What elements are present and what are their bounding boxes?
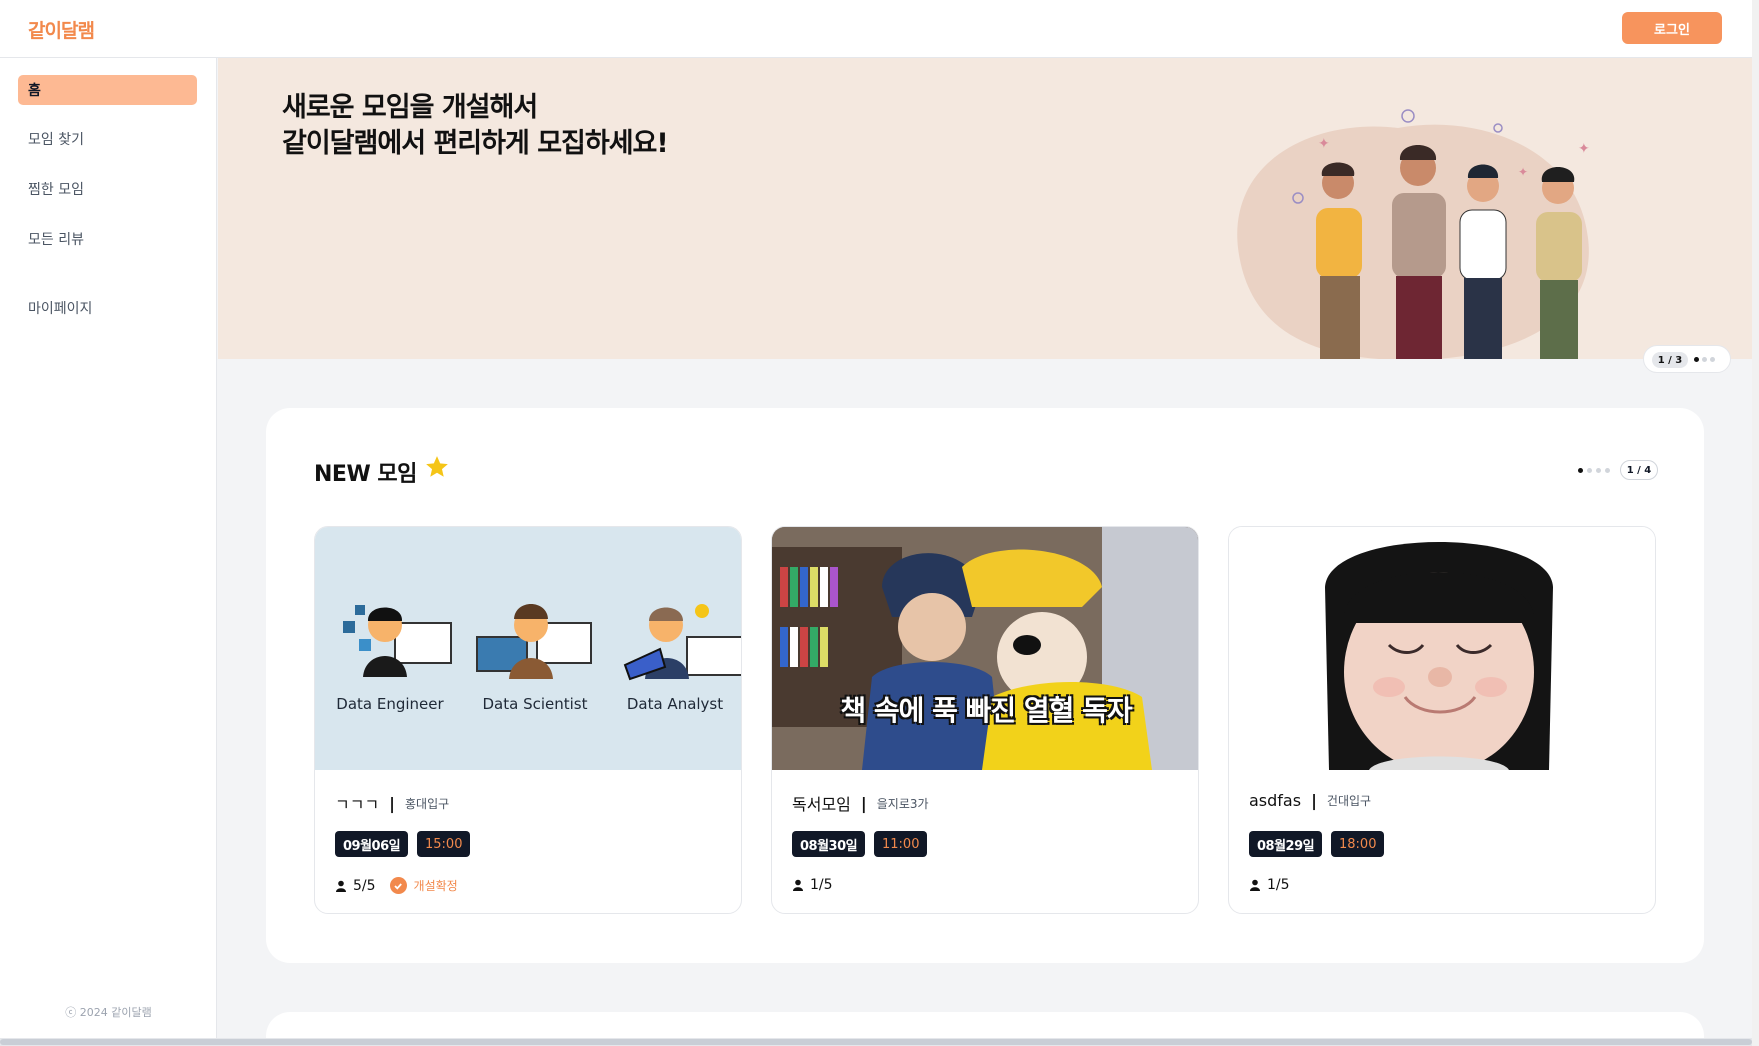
copyright: ⓒ 2024 같이달램 [65, 1006, 152, 1019]
section-dot-3[interactable] [1596, 468, 1601, 473]
participant-count: 1/5 [1249, 877, 1290, 893]
meeting-title: 독서모임 | 을지로3가 [792, 791, 929, 815]
section-dot-4[interactable] [1605, 468, 1610, 473]
meeting-location: 을지로3가 [876, 796, 929, 811]
confirmed-label: 개설확정 [413, 879, 458, 893]
banner-pagination[interactable]: 1 / 3 [1643, 345, 1731, 373]
sidebar-item-mypage[interactable]: 마이페이지 [18, 293, 197, 323]
hero-banner[interactable]: 새로운 모임을 개설해서 같이달램에서 편리하게 모집하세요! ✦ ✦ ✦ [218, 58, 1752, 359]
banner-dot-3[interactable] [1710, 357, 1715, 362]
sidebar-item-find-meetings[interactable]: 모임 찾기 [18, 124, 197, 154]
date-chip: 08월29일 [1249, 831, 1323, 857]
image-label-analyst: Data Analyst [626, 695, 724, 713]
date-chip: 09월06일 [335, 831, 409, 857]
meeting-title: ㄱㄱㄱ | 홍대입구 [335, 791, 449, 815]
star-icon [426, 456, 448, 477]
svg-text:✦: ✦ [1318, 136, 1330, 152]
participant-count: 1/5 [792, 877, 833, 893]
participant-value: 1/5 [1267, 877, 1290, 893]
image-label-engineer: Data Engineer [336, 695, 444, 713]
svg-text:✦: ✦ [1578, 141, 1590, 157]
banner-title: 새로운 모임을 개설해서 같이달램에서 편리하게 모집하세요! [282, 90, 669, 162]
person-icon [1250, 879, 1260, 891]
participant-value: 1/5 [810, 877, 833, 893]
banner-title-line2: 같이달램에서 편리하게 모집하세요! [282, 128, 669, 159]
sidebar-item-all-reviews[interactable]: 모든 리뷰 [18, 224, 197, 254]
time-chip: 15:00 [417, 831, 471, 857]
meeting-image: 책 속에 푹 빠진 열혈 독자 [772, 527, 1198, 770]
meeting-name: asdfas [1249, 791, 1302, 810]
banner-dot-1[interactable] [1694, 357, 1699, 362]
sidebar: 홈 모임 찾기 찜한 모임 모든 리뷰 마이페이지 ⓒ 2024 같이달램 [0, 58, 217, 1038]
top-bar: 같이달램 로그인 [0, 0, 1752, 58]
section-title: NEW 모임 [314, 462, 417, 487]
banner-title-line1: 새로운 모임을 개설해서 [282, 92, 538, 123]
title-separator: | [389, 793, 396, 813]
banner-pager-count: 1 / 3 [1652, 352, 1688, 368]
person-icon [793, 879, 803, 891]
image-label-scientist: Data Scientist [482, 695, 588, 713]
meeting-name: ㄱㄱㄱ [335, 795, 380, 814]
title-separator: | [1311, 791, 1317, 810]
people-celebrating-illustration: ✦ ✦ ✦ [1237, 109, 1590, 359]
section-dot-2[interactable] [1587, 468, 1592, 473]
time-chip: 18:00 [1331, 831, 1385, 857]
vertical-scrollbar[interactable] [1752, 0, 1759, 1046]
section-pagination-dots[interactable] [1578, 468, 1618, 474]
meeting-card[interactable]: Data Engineer Data Scientist Data Analys… [314, 526, 742, 914]
meeting-image [1229, 527, 1655, 770]
meeting-card[interactable]: asdfas | 건대입구 08월29일 18:00 1/5 [1228, 526, 1656, 914]
participant-value: 5/5 [353, 877, 376, 894]
time-chip: 11:00 [874, 831, 928, 857]
meeting-location: 홍대입구 [405, 796, 450, 811]
participant-count: 5/5 개설확정 [335, 877, 458, 894]
person-icon [336, 880, 346, 892]
app-logo[interactable]: 같이달램 [28, 16, 95, 43]
new-meetings-section: NEW 모임 1 / 4 Data Engineer Data Scientis… [266, 408, 1704, 963]
meeting-title: asdfas | 건대입구 [1249, 791, 1371, 810]
date-chip: 08월30일 [792, 831, 866, 857]
horizontal-scrollbar-thumb[interactable] [0, 1039, 1752, 1045]
meeting-image: Data Engineer Data Scientist Data Analys… [315, 527, 741, 770]
meeting-card[interactable]: 책 속에 푹 빠진 열혈 독자 독서모임 | 을지로3가 08월30일 11:0… [771, 526, 1199, 914]
banner-dot-2[interactable] [1702, 357, 1707, 362]
login-button[interactable]: 로그인 [1622, 12, 1722, 44]
svg-text:✦: ✦ [1518, 165, 1528, 179]
image-caption: 책 속에 푹 빠진 열혈 독자 [840, 694, 1132, 727]
confirmed-badge: 개설확정 [389, 877, 458, 894]
sidebar-item-home[interactable]: 홈 [18, 75, 197, 105]
title-separator: | [860, 793, 867, 813]
meeting-location: 건대입구 [1326, 794, 1372, 808]
meeting-name: 독서모임 [792, 795, 851, 814]
check-icon [389, 877, 407, 894]
section-pager-count: 1 / 4 [1620, 460, 1658, 480]
section-dot-1[interactable] [1578, 468, 1583, 473]
sidebar-item-liked-meetings[interactable]: 찜한 모임 [18, 174, 197, 204]
